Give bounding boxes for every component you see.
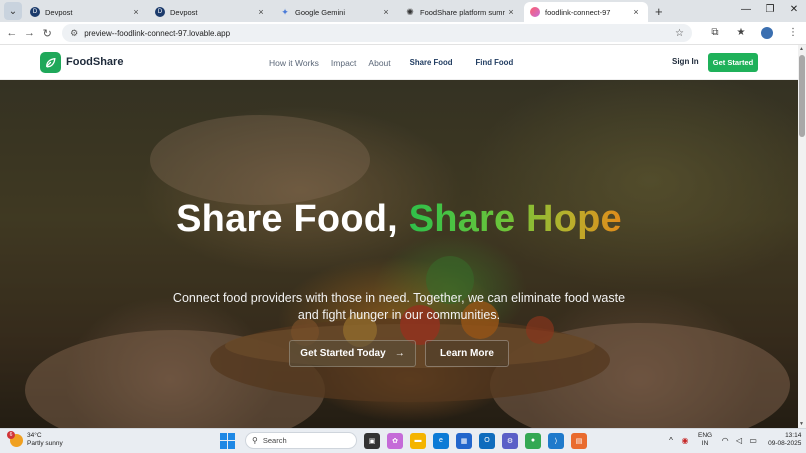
close-icon[interactable]: × — [255, 7, 267, 17]
file-explorer-icon[interactable]: ▬ — [410, 432, 426, 449]
language-line2: IN — [701, 440, 709, 447]
site-header: FoodShare How it Works Impact About Shar… — [0, 45, 798, 80]
language-indicator[interactable]: ENG IN — [698, 432, 712, 448]
task-view-icon[interactable]: ▣ — [364, 432, 380, 449]
nav-share-food[interactable]: Share Food — [410, 58, 453, 67]
hero-section: Share Food, Share Hope Connect food prov… — [0, 80, 798, 428]
start-button[interactable] — [220, 432, 236, 449]
leaf-icon — [40, 51, 61, 73]
tab-title: foodlink-connect-97 — [545, 7, 611, 17]
sign-in-link[interactable]: Sign In — [672, 57, 699, 66]
tab-title: Devpost — [45, 7, 73, 17]
tab-title: FoodShare platform summary — [420, 7, 505, 17]
brand-name: FoodShare — [66, 56, 124, 68]
menu-kebab-icon[interactable]: ⋮ — [780, 27, 806, 39]
web-page: FoodShare How it Works Impact About Shar… — [0, 45, 798, 428]
url-text[interactable]: preview--foodlink-connect-97.lovable.app — [84, 29, 675, 38]
chatgpt-icon: ✺ — [406, 6, 414, 17]
new-tab-button[interactable]: + — [649, 4, 669, 22]
weather-temp: 34°C — [27, 432, 42, 439]
nav-about[interactable]: About — [368, 58, 390, 68]
security-alert-icon[interactable]: ◉ — [678, 436, 692, 445]
copilot-icon[interactable]: ✿ — [387, 432, 403, 449]
nav-how-it-works[interactable]: How it Works — [269, 58, 319, 68]
sun-icon: 6 — [7, 430, 23, 447]
tab-foodlink-connect[interactable]: foodlink-connect-97 × — [524, 2, 648, 22]
hero-overlay — [0, 80, 798, 428]
taskbar-search[interactable]: ⚲ Search — [245, 432, 357, 449]
nav-impact[interactable]: Impact — [331, 58, 357, 68]
close-window-icon[interactable]: ✕ — [782, 0, 806, 22]
tab-google-gemini[interactable]: ✦ Google Gemini × — [274, 2, 398, 22]
windows-taskbar: 6 34°C Partly sunny ⚲ Search ▣ ✿ ▬ e ▦ O… — [0, 428, 806, 453]
restore-icon[interactable]: ❐ — [758, 0, 782, 22]
scrollbar-thumb[interactable] — [799, 55, 805, 137]
close-icon[interactable]: × — [505, 7, 517, 17]
close-icon[interactable]: × — [630, 7, 642, 17]
tab-title: Devpost — [170, 7, 198, 17]
hero-title-plain: Share Food, — [176, 198, 409, 240]
volume-icon[interactable]: ◁ — [732, 436, 746, 445]
lovable-icon — [530, 7, 540, 17]
get-started-button[interactable]: Get Started — [708, 53, 758, 72]
learn-more-button[interactable]: Learn More — [425, 340, 509, 367]
chevron-up-icon[interactable]: ^ — [664, 436, 678, 445]
clock-date: 09-08-2025 — [768, 440, 802, 447]
close-icon[interactable]: × — [380, 7, 392, 17]
wifi-icon[interactable]: ◠ — [718, 436, 732, 445]
devpost-icon: D — [30, 7, 40, 17]
tab-search-button[interactable]: ⌄ — [4, 2, 22, 20]
scroll-down-icon[interactable]: ▼ — [799, 421, 804, 427]
browser-tab-strip: ⌄ D Devpost × D Devpost × ✦ Google Gemin… — [0, 0, 806, 22]
main-nav: How it Works Impact About Share Food Fin… — [269, 45, 525, 80]
hero-title: Share Food, Share Hope — [0, 198, 798, 241]
search-icon: ⚲ — [252, 436, 258, 445]
scroll-up-icon[interactable]: ▲ — [799, 46, 804, 52]
weather-condition: Partly sunny — [27, 440, 63, 447]
hero-subtitle: Connect food providers with those in nee… — [172, 291, 626, 322]
calculator-icon[interactable]: ▤ — [571, 432, 587, 449]
minimize-icon[interactable]: — — [734, 0, 758, 22]
search-placeholder: Search — [262, 436, 287, 445]
notification-badge: 6 — [7, 430, 15, 439]
tab-devpost-1[interactable]: D Devpost × — [24, 2, 148, 22]
clock[interactable]: 13:14 09-08-2025 — [768, 432, 801, 448]
browser-toolbar: ← → ↻ ⚙ preview--foodlink-connect-97.lov… — [0, 22, 806, 45]
outlook-icon[interactable]: O — [479, 432, 495, 449]
nav-find-food[interactable]: Find Food — [476, 58, 514, 67]
cta-primary-label: Get Started Today — [300, 348, 386, 359]
extensions-icon[interactable]: ⧉ — [702, 27, 728, 39]
window-controls: — ❐ ✕ — [734, 0, 806, 22]
vscode-icon[interactable]: ⟩ — [548, 432, 564, 449]
weather-widget[interactable]: 6 34°C Partly sunny — [7, 430, 63, 448]
language-line1: ENG — [698, 432, 713, 439]
tab-devpost-2[interactable]: D Devpost × — [149, 2, 273, 22]
clock-time: 13:14 — [785, 432, 802, 439]
chrome-icon[interactable]: ● — [525, 432, 541, 449]
gemini-icon: ✦ — [281, 6, 289, 17]
get-started-today-button[interactable]: Get Started Today → — [289, 340, 416, 367]
forward-icon[interactable]: → — [21, 27, 39, 39]
bookmark-star-icon[interactable]: ☆ — [675, 28, 684, 39]
back-icon[interactable]: ← — [3, 27, 21, 39]
profile-avatar[interactable] — [754, 27, 780, 39]
battery-icon[interactable]: ▭ — [746, 436, 760, 445]
site-info-icon[interactable]: ⚙ — [70, 28, 78, 39]
settings-app-icon[interactable]: ⚙ — [502, 432, 518, 449]
arrow-right-icon: → — [394, 348, 405, 359]
store-icon[interactable]: ▦ — [456, 432, 472, 449]
tab-foodshare-summary[interactable]: ✺ FoodShare platform summary × — [399, 2, 523, 22]
address-bar[interactable]: ⚙ preview--foodlink-connect-97.lovable.a… — [62, 24, 692, 42]
cta-secondary-label: Learn More — [440, 348, 494, 359]
tab-title: Google Gemini — [295, 7, 346, 17]
close-icon[interactable]: × — [130, 7, 142, 17]
hero-title-accent: Share Hope — [408, 198, 622, 240]
brand-logo[interactable]: FoodShare — [40, 51, 124, 73]
page-scrollbar[interactable]: ▲ ▼ — [798, 45, 806, 428]
reload-icon[interactable]: ↻ — [38, 27, 56, 40]
bookmarks-icon[interactable]: ★ — [728, 27, 754, 39]
devpost-icon: D — [155, 7, 165, 17]
edge-icon[interactable]: e — [433, 432, 449, 449]
